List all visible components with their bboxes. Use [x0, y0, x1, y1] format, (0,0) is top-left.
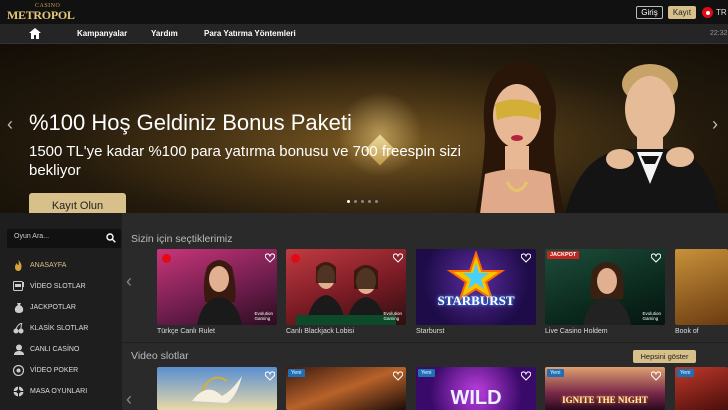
nav-help[interactable]: Yardım	[151, 29, 178, 38]
nav-campaigns[interactable]: Kampanyalar	[77, 29, 127, 38]
slide-dot[interactable]	[368, 200, 371, 203]
game-tile-pegasus-slot[interactable]	[157, 367, 277, 410]
slide-indicator	[347, 200, 378, 203]
game-title[interactable]: Live Casino Holdem	[545, 328, 608, 335]
language-selector[interactable]: TR	[716, 8, 727, 17]
casino-metropol-logo[interactable]: CASINO METROPOL	[7, 3, 75, 22]
sidebar-item-label: VİDEO SLOTLAR	[30, 282, 86, 290]
heart-icon[interactable]	[265, 253, 275, 263]
sidebar-item-label: MASA OYUNLARI	[30, 387, 88, 395]
section-title-recommended: Sizin için seçtiklerimiz	[131, 233, 233, 245]
sidebar-item-label: KLASİK SLOTLAR	[30, 324, 89, 332]
game-tile-new-slot-1[interactable]: Yeni	[286, 367, 406, 410]
game-tile-live-casino-holdem[interactable]: JACKPOT Evolution Gaming	[545, 249, 665, 325]
slide-dot[interactable]	[375, 200, 378, 203]
new-badge: Yeni	[677, 369, 694, 377]
heart-icon[interactable]	[521, 371, 531, 381]
game-tile-book-of[interactable]	[675, 249, 728, 325]
hero-next-arrow-icon[interactable]: ›	[712, 114, 722, 134]
game-title[interactable]: Book of	[675, 328, 699, 335]
heart-icon[interactable]	[393, 253, 403, 263]
hero-prev-arrow-icon[interactable]: ‹	[7, 114, 17, 134]
evolution-gaming-logo: Evolution Gaming	[642, 311, 661, 321]
sidebar-item-live-casino[interactable]: CANLI CASİNO	[13, 342, 79, 356]
jackpot-badge: JACKPOT	[547, 251, 580, 259]
dealers-image	[296, 262, 396, 325]
carousel-prev-arrow-icon[interactable]: ‹	[126, 271, 132, 292]
game-tile-ignite-the-night[interactable]: Yeni IGNITE THE NIGHT	[545, 367, 665, 410]
game-tile-live-blackjack-lobby[interactable]: Evolution Gaming	[286, 249, 406, 325]
heart-icon[interactable]	[265, 371, 275, 381]
heart-icon[interactable]	[393, 371, 403, 381]
hero-title: %100 Hoş Geldiniz Bonus Paketi	[29, 110, 352, 135]
heart-icon[interactable]	[521, 253, 531, 263]
game-tile-turkish-roulette[interactable]: Evolution Gaming	[157, 249, 277, 325]
slide-dot[interactable]	[361, 200, 364, 203]
search-box	[7, 229, 121, 248]
register-now-button[interactable]: Kayıt Olun	[29, 193, 126, 213]
evolution-gaming-logo: Evolution Gaming	[254, 311, 273, 321]
new-badge: Yeni	[547, 369, 564, 377]
games-content: Sizin için seçtiklerimiz ‹ › EvolutionGa…	[122, 213, 728, 410]
dealer-icon	[13, 344, 24, 355]
flame-icon	[13, 259, 24, 271]
game-title[interactable]: Canlı Blackjack Lobisi	[286, 328, 354, 335]
hero-subtitle: 1500 TL'ye kadar %100 para yatırma bonus…	[29, 143, 462, 179]
turkey-flag-icon	[162, 254, 171, 263]
wild-logo: WILD	[450, 387, 502, 409]
sidebar-item-label: ANASAYFA	[30, 261, 67, 269]
sidebar-item-home[interactable]: ANASAYFA	[13, 258, 66, 272]
turkey-flag-icon[interactable]	[702, 7, 713, 18]
carousel-prev-arrow-icon[interactable]: ‹	[126, 389, 132, 410]
ignite-the-night-logo: IGNITE THE NIGHT	[562, 395, 648, 405]
game-tile-new-slot-2[interactable]: Yeni	[675, 367, 728, 410]
top-bar: CASINO METROPOL Giriş Kayıt TR	[0, 0, 728, 24]
roulette-icon	[13, 386, 24, 397]
heart-icon[interactable]	[651, 371, 661, 381]
slide-dot[interactable]	[354, 200, 357, 203]
logo-big-text: METROPOL	[7, 8, 75, 22]
sidebar-item-label: VİDEO POKER	[30, 366, 79, 374]
sidebar-item-video-poker[interactable]: VİDEO POKER	[13, 363, 78, 377]
sidebar-item-classic-slots[interactable]: KLASİK SLOTLAR	[13, 321, 88, 335]
new-badge: Yeni	[418, 369, 435, 377]
evolution-gaming-logo: Evolution Gaming	[383, 311, 402, 321]
sidebar-item-label: JACKPOTLAR	[30, 303, 76, 311]
section-title-video-slots: Video slotlar	[131, 350, 189, 362]
search-icon[interactable]	[106, 233, 116, 243]
money-bag-icon	[13, 302, 24, 313]
clock: 22:32	[710, 30, 728, 37]
game-title[interactable]: Starburst	[416, 328, 444, 335]
game-tile-wild-slot[interactable]: Yeni WILD	[416, 367, 536, 410]
dealer-image	[583, 262, 631, 325]
sidebar-item-jackpots[interactable]: JACKPOTLAR	[13, 300, 76, 314]
dealer-image	[197, 260, 242, 325]
hero-banner[interactable]: %100 Hoş Geldiniz Bonus Paketi 1500 TL'y…	[0, 44, 728, 213]
sidebar-item-label: CANLI CASİNO	[30, 345, 80, 353]
sidebar-item-video-slots[interactable]: VİDEO SLOTLAR	[13, 279, 86, 293]
pegasus-image	[192, 376, 242, 403]
slide-dot[interactable]	[347, 200, 350, 203]
new-badge: Yeni	[288, 369, 305, 377]
show-all-button[interactable]: Hepsini göster	[633, 350, 696, 363]
man-in-tuxedo-illustration	[565, 64, 720, 213]
login-button[interactable]: Giriş	[636, 6, 663, 19]
slot-machine-icon	[13, 281, 24, 292]
starburst-logo: STARBURST	[437, 293, 515, 308]
home-icon[interactable]	[29, 28, 41, 39]
game-search-input[interactable]	[14, 233, 104, 240]
register-button[interactable]: Kayıt	[668, 6, 696, 19]
game-title[interactable]: Türkçe Canlı Rulet	[157, 328, 215, 335]
game-tile-starburst[interactable]: STARBURST	[416, 249, 536, 325]
nav-payment-methods[interactable]: Para Yatırma Yöntemleri	[204, 29, 296, 38]
sidebar: ANASAYFA VİDEO SLOTLAR JACKPOTLAR KLASİK…	[0, 213, 122, 410]
section-divider	[122, 342, 728, 343]
poker-chip-icon	[13, 364, 24, 376]
main-nav: Kampanyalar Yardım Para Yatırma Yöntemle…	[0, 24, 728, 44]
cherries-icon	[13, 322, 24, 334]
sidebar-item-table-games[interactable]: MASA OYUNLARI	[13, 384, 87, 398]
heart-icon[interactable]	[651, 253, 661, 263]
